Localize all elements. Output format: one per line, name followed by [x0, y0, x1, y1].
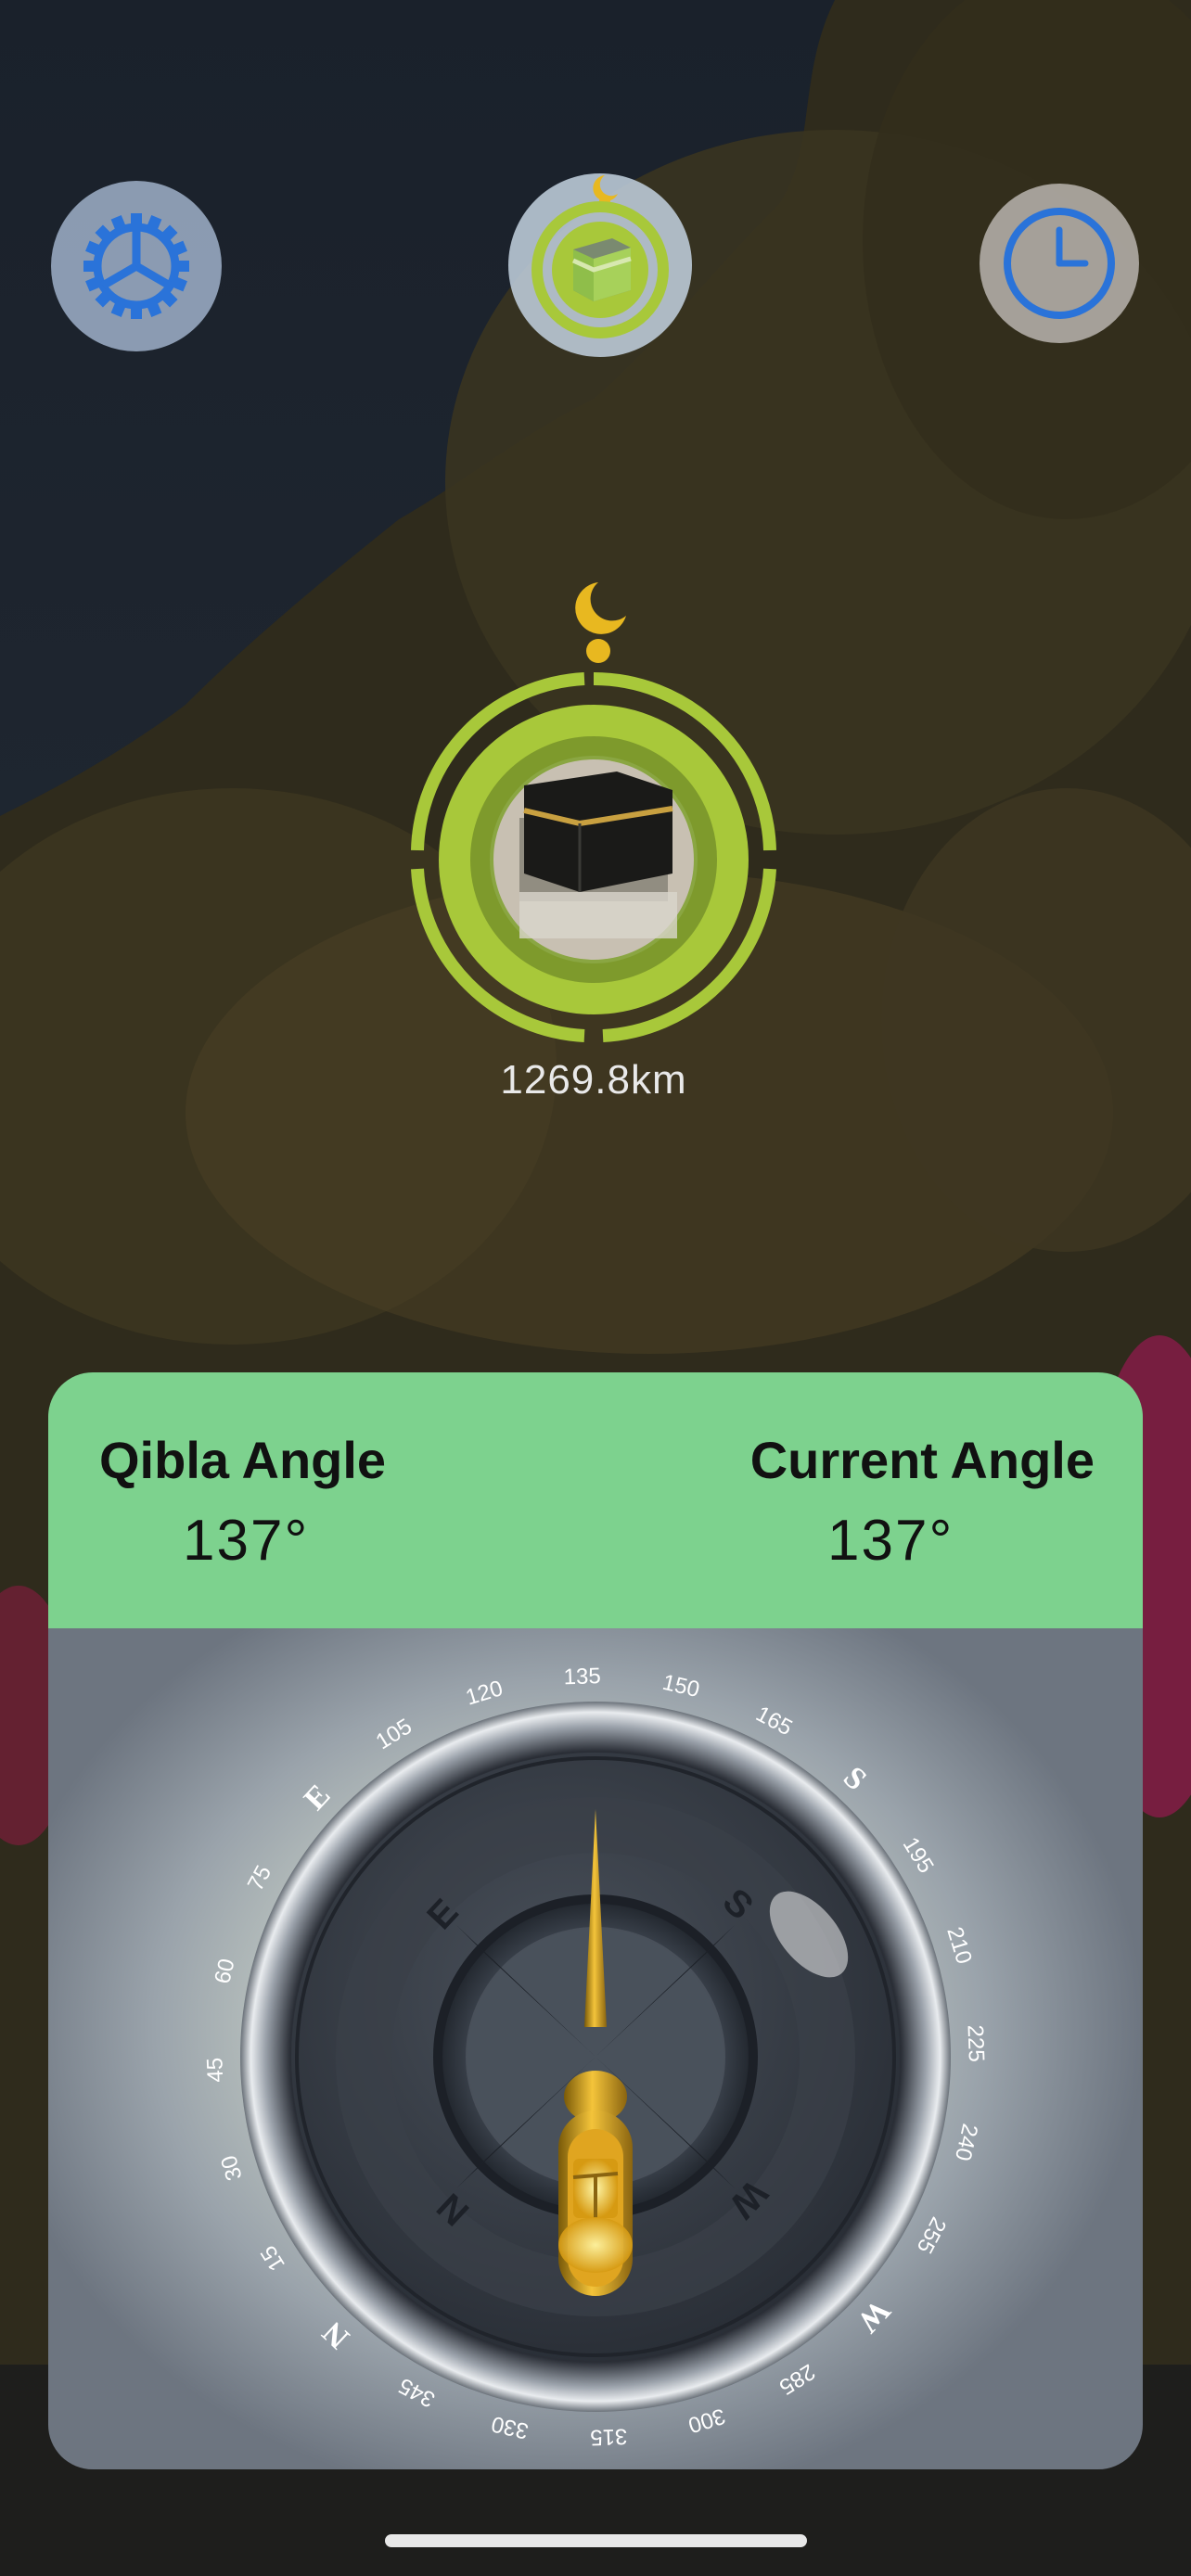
- compass-tick-label: 240: [950, 2122, 982, 2163]
- angle-compass-panel: Qibla Angle 137° Current Angle 137° N 15…: [48, 1372, 1143, 2469]
- compass-tick-label: E: [298, 1778, 338, 1817]
- angle-header: Qibla Angle 137° Current Angle 137°: [48, 1372, 1143, 1628]
- compass-tick-label: 255: [912, 2213, 952, 2257]
- current-angle-value: 137°: [827, 1509, 954, 1573]
- kaaba-direction-marker: [411, 582, 776, 1042]
- distance-to-kaaba: 1269.8km: [500, 1057, 687, 1103]
- qibla-finder-button[interactable]: [508, 173, 692, 357]
- compass-tick-label: 150: [660, 1670, 702, 1702]
- compass-tick-label: 300: [685, 2403, 728, 2438]
- compass-tick-label: 330: [489, 2411, 531, 2443]
- compass-tick-label: 45: [202, 2057, 228, 2083]
- compass-dial[interactable]: N 15 30 45 60 75 E 105 120 135 150 165 S 195 210 225 240…: [48, 1628, 1143, 2469]
- compass-tick-label: 210: [941, 1924, 977, 1967]
- compass-tick-label: 30: [216, 2152, 248, 2183]
- compass-tick-label: 75: [243, 1861, 276, 1894]
- compass-area: N 15 30 45 60 75 E 105 120 135 150 165 S 195 210 225 240…: [48, 1628, 1143, 2469]
- compass-tick-label: W: [851, 2293, 897, 2340]
- compass-tick-label: 345: [394, 2373, 439, 2413]
- compass-tick-label: 195: [898, 1833, 939, 1878]
- compass-tick-label: 15: [256, 2241, 290, 2276]
- compass-tick-label: 285: [775, 2359, 819, 2400]
- compass-tick-label: 105: [372, 1714, 416, 1754]
- compass-tick-label: 165: [751, 1702, 796, 1741]
- prayer-times-button[interactable]: [980, 184, 1139, 343]
- qibla-angle-label: Qibla Angle: [99, 1431, 387, 1489]
- compass-tick-label: N: [315, 2315, 356, 2355]
- compass-tick-label: 135: [563, 1664, 601, 1690]
- clock-icon: [1004, 208, 1115, 319]
- compass-tick-label: S: [837, 1760, 873, 1797]
- gear-icon: [83, 213, 189, 319]
- compass-tick-label: 315: [590, 2424, 628, 2450]
- settings-button[interactable]: [51, 181, 222, 351]
- compass-tick-label: 60: [210, 1957, 239, 1986]
- compass-tick-label: 120: [463, 1676, 506, 1711]
- kaaba-crescent-icon: [531, 175, 669, 338]
- compass-tick-label: 225: [963, 2024, 989, 2062]
- current-angle-label: Current Angle: [749, 1431, 1095, 1489]
- qibla-angle-value: 137°: [183, 1509, 310, 1573]
- crescent-icon: [575, 582, 626, 634]
- home-indicator[interactable]: [385, 2534, 807, 2547]
